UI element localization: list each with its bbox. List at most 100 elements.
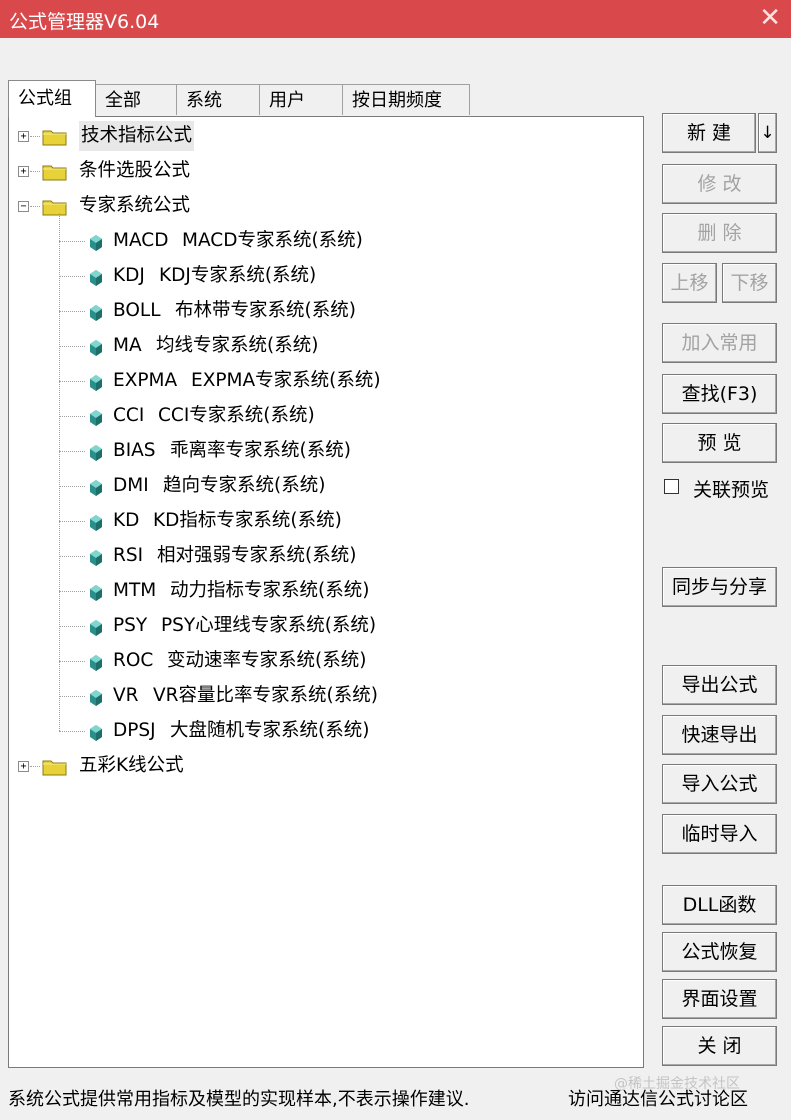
tab-formula-group[interactable]: 公式组 (8, 80, 96, 117)
formula-code: PSY (113, 615, 148, 636)
folder-label: 五彩K线公式 (79, 755, 184, 776)
tab-by-date-frequency[interactable]: 按日期频度 (342, 84, 470, 115)
tree-item[interactable]: PSY PSY心理线专家系统(系统) (9, 611, 629, 641)
formula-code: MACD (113, 230, 169, 251)
tree-connector (30, 136, 40, 137)
formula-code: BIAS (113, 440, 156, 461)
find-button[interactable]: 查找(F3) (662, 374, 777, 414)
formula-icon (89, 407, 103, 426)
tree-item[interactable]: MACD MACD专家系统(系统) (9, 226, 629, 256)
tree-item[interactable]: KDJ KDJ专家系统(系统) (9, 261, 629, 291)
tree-folder[interactable]: + 条件选股公式 (9, 156, 629, 186)
tree-item[interactable]: ROC 变动速率专家系统(系统) (9, 646, 629, 676)
tree-folder[interactable]: − 专家系统公式 (9, 191, 629, 221)
expand-icon[interactable]: + (18, 761, 29, 772)
formula-code: DPSJ (113, 720, 156, 741)
formula-icon (89, 302, 103, 321)
link-preview-checkbox[interactable] (664, 479, 679, 494)
move-up-button[interactable]: 上移 (662, 263, 717, 303)
tree-connector (59, 416, 85, 417)
formula-restore-button[interactable]: 公式恢复 (662, 932, 777, 972)
new-button[interactable]: 新 建 (662, 113, 756, 153)
tree-item[interactable]: EXPMA EXPMA专家系统(系统) (9, 366, 629, 396)
expand-icon[interactable]: + (18, 166, 29, 177)
link-preview-label: 关联预览 (693, 479, 770, 501)
tree-connector (30, 206, 40, 207)
formula-name: 乖离率专家系统(系统) (170, 440, 351, 461)
tree-connector (59, 626, 85, 627)
dll-function-button[interactable]: DLL函数 (662, 885, 777, 925)
tree-item[interactable]: MA 均线专家系统(系统) (9, 331, 629, 361)
formula-icon (89, 512, 103, 531)
delete-button[interactable]: 删 除 (662, 213, 777, 253)
quick-export-button[interactable]: 快速导出 (662, 715, 777, 755)
formula-icon (89, 232, 103, 251)
expand-icon[interactable]: + (18, 131, 29, 142)
formula-icon (89, 547, 103, 566)
formula-code: EXPMA (113, 370, 178, 391)
formula-name: 布林带专家系统(系统) (175, 300, 356, 321)
formula-tree[interactable]: + 技术指标公式 + 条件选股公式 − 专家系统公式 MACD MACD专家系统(系统) KDJ… (8, 116, 644, 1068)
tree-connector (30, 171, 40, 172)
preview-button[interactable]: 预 览 (662, 423, 777, 463)
formula-icon (89, 442, 103, 461)
import-formula-button[interactable]: 导入公式 (662, 764, 777, 804)
tree-connector (59, 346, 85, 347)
tree-folder[interactable]: + 五彩K线公式 (9, 751, 629, 781)
tree-connector (59, 276, 85, 277)
tab-all[interactable]: 全部 (95, 84, 177, 115)
formula-icon (89, 477, 103, 496)
tree-connector (59, 521, 85, 522)
tree-item[interactable]: MTM 动力指标专家系统(系统) (9, 576, 629, 606)
move-down-button[interactable]: 下移 (722, 263, 777, 303)
watermark: @稀土掘金技术社区 (614, 1076, 740, 1092)
formula-name: KDJ专家系统(系统) (159, 265, 317, 286)
ui-settings-button[interactable]: 界面设置 (662, 979, 777, 1019)
tree-connector (30, 766, 40, 767)
tree-connector (59, 213, 60, 731)
formula-name: KD指标专家系统(系统) (153, 510, 342, 531)
add-to-common-button[interactable]: 加入常用 (662, 323, 777, 363)
tree-item[interactable]: DMI 趋向专家系统(系统) (9, 471, 629, 501)
formula-code: MTM (113, 580, 157, 601)
tree-item[interactable]: VR VR容量比率专家系统(系统) (9, 681, 629, 711)
tree-item[interactable]: RSI 相对强弱专家系统(系统) (9, 541, 629, 571)
status-note: 系统公式提供常用指标及模型的实现样本,不表示操作建议. (8, 1089, 470, 1110)
formula-code: KD (113, 510, 140, 531)
export-formula-button[interactable]: 导出公式 (662, 665, 777, 705)
formula-name: PSY心理线专家系统(系统) (161, 615, 377, 636)
temp-import-button[interactable]: 临时导入 (662, 814, 777, 854)
formula-icon (89, 652, 103, 671)
tree-connector (59, 241, 85, 242)
tab-system[interactable]: 系统 (176, 84, 260, 115)
tree-connector (59, 451, 85, 452)
tree-connector (59, 311, 85, 312)
folder-icon (42, 756, 67, 776)
tab-user[interactable]: 用户 (259, 84, 343, 115)
formula-name: 均线专家系统(系统) (156, 335, 319, 356)
new-dropdown-button[interactable]: ↓ (758, 113, 777, 153)
folder-label: 技术指标公式 (79, 121, 195, 151)
tree-connector (59, 381, 85, 382)
title-bar: 公式管理器V6.04 ✕ (0, 0, 791, 38)
formula-code: CCI (113, 405, 145, 426)
modify-button[interactable]: 修 改 (662, 164, 777, 204)
folder-icon (42, 161, 67, 181)
tree-item[interactable]: DPSJ 大盘随机专家系统(系统) (9, 716, 629, 746)
formula-code: KDJ (113, 265, 145, 286)
tree-folder[interactable]: + 技术指标公式 (9, 121, 629, 151)
formula-code: DMI (113, 475, 149, 496)
sync-share-button[interactable]: 同步与分享 (662, 567, 777, 607)
formula-code: MA (113, 335, 142, 356)
tree-connector (59, 556, 85, 557)
formula-name: 大盘随机专家系统(系统) (170, 720, 370, 741)
tree-item[interactable]: KD KD指标专家系统(系统) (9, 506, 629, 536)
tree-connector (59, 661, 85, 662)
collapse-icon[interactable]: − (18, 201, 29, 212)
tree-item[interactable]: BOLL 布林带专家系统(系统) (9, 296, 629, 326)
close-icon[interactable]: ✕ (759, 3, 781, 33)
close-button[interactable]: 关 闭 (662, 1026, 777, 1066)
tree-item[interactable]: CCI CCI专家系统(系统) (9, 401, 629, 431)
tree-item[interactable]: BIAS 乖离率专家系统(系统) (9, 436, 629, 466)
formula-icon (89, 372, 103, 391)
